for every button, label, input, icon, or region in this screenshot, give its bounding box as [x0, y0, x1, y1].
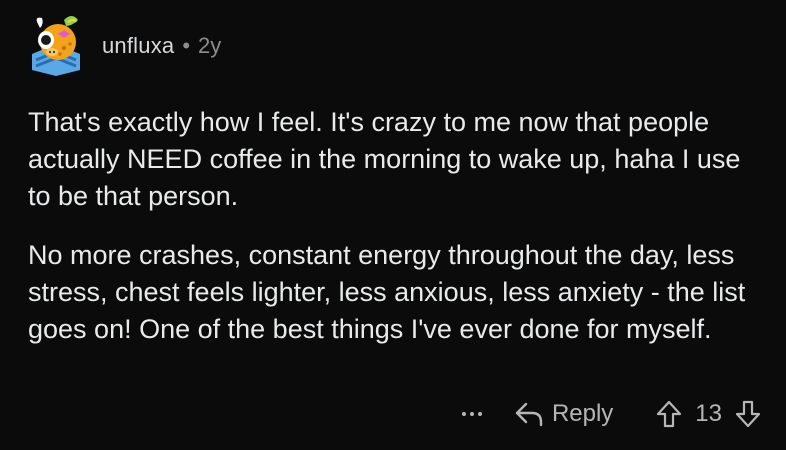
avatar-image-icon	[32, 16, 80, 76]
vote-count: 13	[695, 400, 722, 427]
comment-author[interactable]: unfluxa	[102, 33, 174, 59]
comment-paragraph-1: That's exactly how I feel. It's crazy to…	[28, 107, 741, 211]
comment-header: unfluxa • 2y	[24, 14, 221, 78]
reply-arrow-icon	[515, 402, 543, 427]
downvote-arrow-icon[interactable]	[734, 399, 762, 429]
comment-card: unfluxa • 2y That's exactly how I feel. …	[0, 0, 786, 450]
avatar[interactable]	[24, 14, 88, 78]
comment-age: 2y	[198, 33, 222, 58]
reply-button[interactable]: Reply	[514, 400, 613, 428]
reply-label: Reply	[551, 400, 614, 427]
vote-controls: 13	[655, 399, 762, 429]
more-dot	[477, 412, 482, 416]
comment-body: That's exactly how I feel. It's crazy to…	[28, 104, 768, 370]
more-options-button[interactable]	[452, 412, 492, 416]
comment-paragraph-2: No more crashes, constant energy through…	[28, 240, 746, 344]
more-dot	[469, 412, 474, 416]
upvote-arrow-icon[interactable]	[655, 399, 683, 429]
comment-actions: Reply 13	[452, 392, 762, 436]
more-horizontal-icon	[461, 412, 466, 416]
meta-separator: •	[182, 33, 191, 58]
